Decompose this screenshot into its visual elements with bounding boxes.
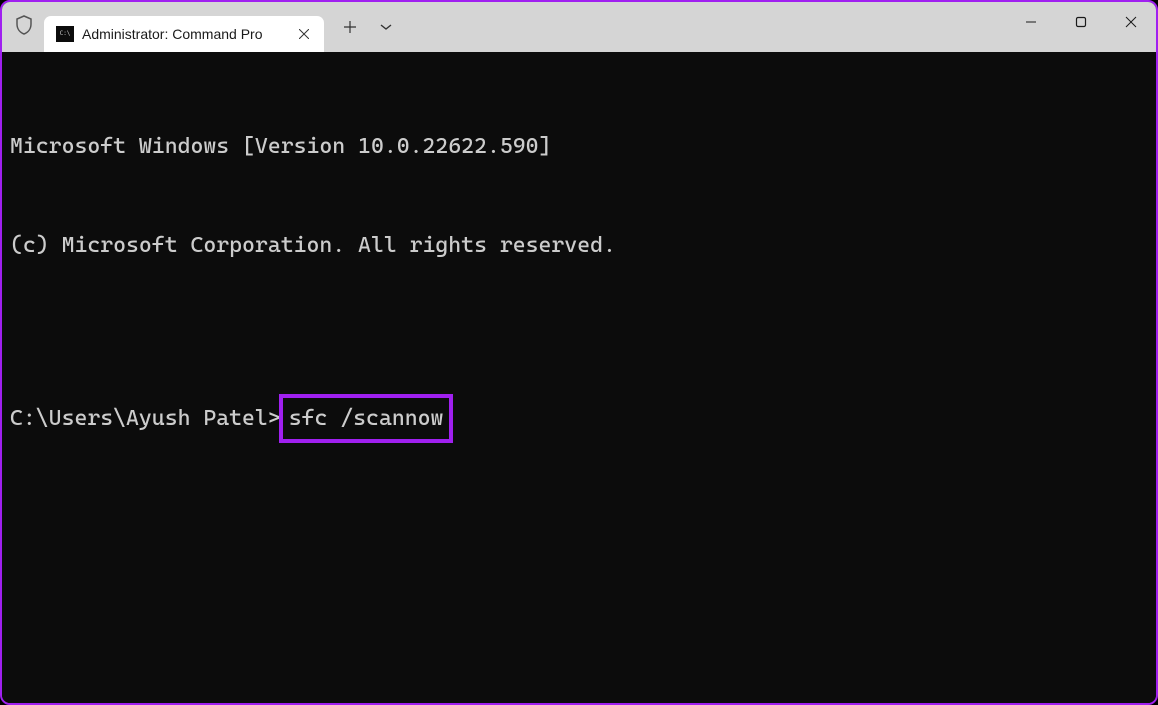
minimize-button[interactable]	[1006, 2, 1056, 42]
terminal-prompt-line: C:\Users\Ayush Patel> sfc /scannow	[10, 394, 1148, 443]
terminal-output-line: Microsoft Windows [Version 10.0.22622.59…	[10, 130, 1148, 163]
cmd-icon: C:\	[56, 26, 74, 42]
tab-title: Administrator: Command Pro	[82, 26, 286, 42]
maximize-button[interactable]	[1056, 2, 1106, 42]
app-icon-wrapper	[4, 2, 44, 52]
window-controls	[1006, 2, 1156, 42]
terminal-prompt: C:\Users\Ayush Patel>	[10, 402, 281, 435]
titlebar: C:\ Administrator: Command Pro	[2, 2, 1156, 52]
shield-icon	[15, 15, 33, 40]
terminal-content[interactable]: Microsoft Windows [Version 10.0.22622.59…	[2, 52, 1156, 703]
terminal-command: sfc /scannow	[289, 406, 444, 431]
command-highlight: sfc /scannow	[279, 394, 454, 443]
terminal-output-line: (c) Microsoft Corporation. All rights re…	[10, 229, 1148, 262]
terminal-window: C:\ Administrator: Command Pro	[0, 0, 1158, 705]
new-tab-button[interactable]	[334, 11, 366, 43]
tab-close-button[interactable]	[294, 24, 314, 44]
close-button[interactable]	[1106, 2, 1156, 42]
tab-active[interactable]: C:\ Administrator: Command Pro	[44, 16, 324, 52]
tab-dropdown-button[interactable]	[370, 11, 402, 43]
